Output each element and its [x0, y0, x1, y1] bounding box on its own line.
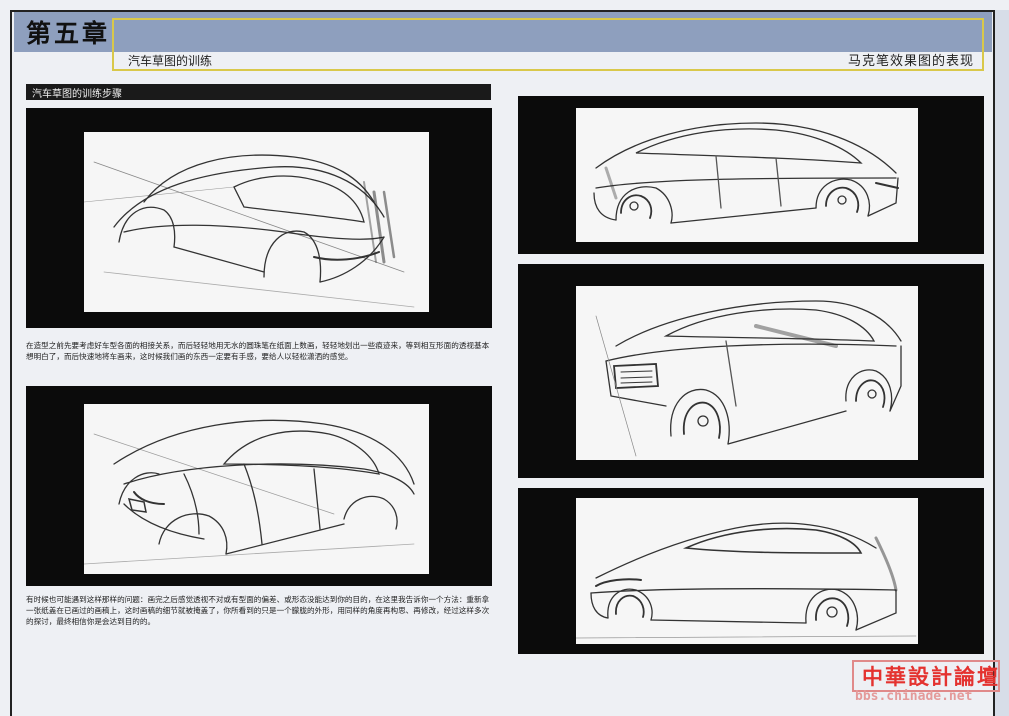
car-sketch-1	[84, 132, 429, 312]
car-sketch-3	[576, 108, 918, 242]
section-label: 汽车草图的训练步骤	[32, 89, 122, 100]
paragraph-2: 有时候也可能遇到这样那样的问题：画完之后感觉透视不对或有型面的偏差、或形态没能达…	[26, 595, 490, 626]
car-sketch-2	[84, 404, 429, 574]
car-sketch-2-drawing	[84, 419, 415, 565]
car-sketch-5	[576, 498, 918, 644]
car-sketch-5-drawing	[576, 522, 917, 639]
subtitle-right: 马克笔效果图的表现	[848, 54, 975, 69]
page: 第五章 汽车草图的训练 马克笔效果图的表现 汽车草图的训练步骤 在造型之前先要考…	[0, 0, 1009, 716]
car-sketch-1-drawing	[84, 154, 415, 308]
paragraph-1: 在造型之前先要考虑好车型各面的相接关系，而后轻轻地用无水的圆珠笔在纸面上数画，轻…	[26, 341, 490, 361]
sketch-panel-4	[518, 264, 984, 478]
sketch-panel-3	[518, 96, 984, 254]
car-sketch-3-drawing	[593, 122, 899, 224]
subtitle-left: 汽车草图的训练	[128, 54, 213, 68]
right-margin-band	[995, 10, 1009, 716]
left-border	[10, 10, 12, 716]
chapter-title: 第五章	[26, 19, 111, 48]
watermark-url: bbs.chinade.net	[855, 689, 973, 704]
sketch-panel-5	[518, 488, 984, 654]
sketch-panel-2	[26, 386, 492, 586]
car-sketch-4-drawing	[595, 300, 902, 457]
sketch-panel-1	[26, 108, 492, 328]
car-sketch-4	[576, 286, 918, 460]
watermark-name: 中華設計論壇	[862, 665, 1000, 689]
